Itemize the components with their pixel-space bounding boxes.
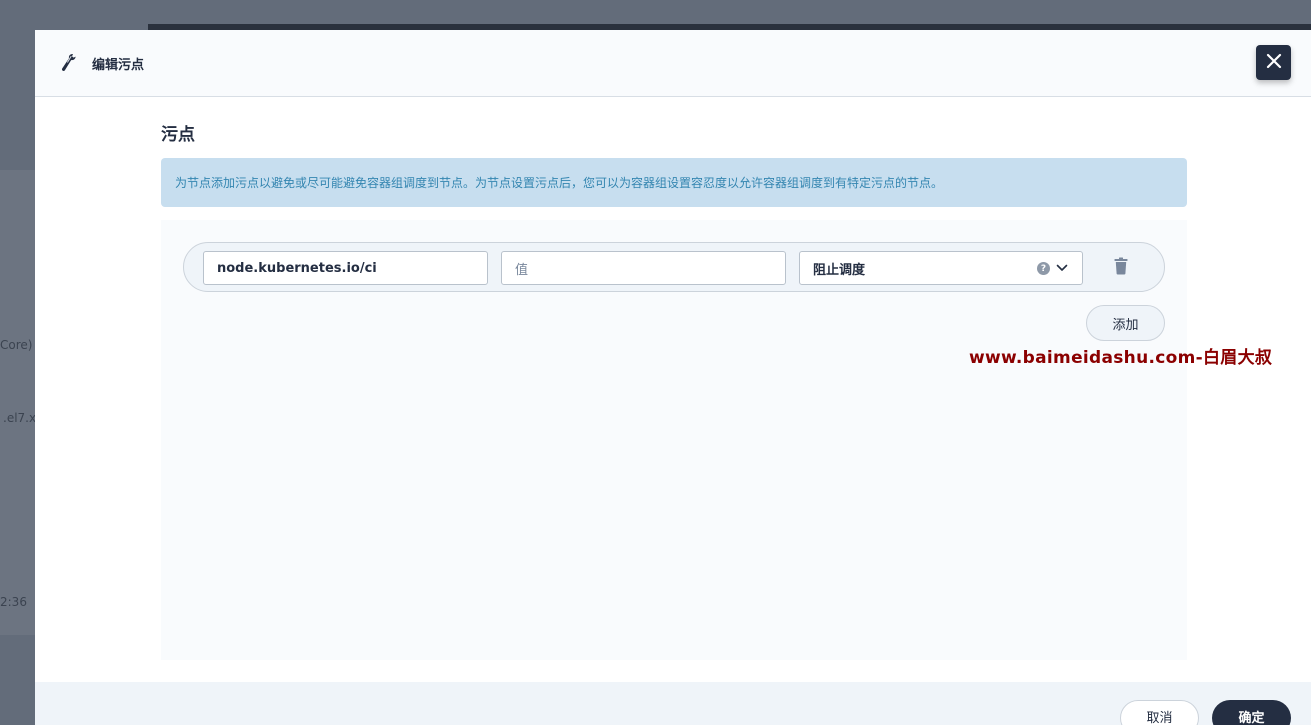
background-text-core: Core) xyxy=(0,338,33,352)
taint-effect-value: 阻止调度 xyxy=(813,262,866,278)
wrench-icon xyxy=(59,52,79,74)
add-taint-label: 添加 xyxy=(1112,317,1139,333)
section-title: 污点 xyxy=(161,125,195,145)
dialog-footer: 取消 确定 xyxy=(35,682,1311,725)
trash-icon[interactable] xyxy=(1114,257,1128,275)
close-icon xyxy=(1266,53,1282,73)
taint-key-input[interactable]: node.kubernetes.io/ci xyxy=(203,251,488,285)
close-button[interactable] xyxy=(1256,45,1291,80)
info-text: 为节点添加污点以避免或尽可能避免容器组调度到节点。为节点设置污点后，您可以为容器… xyxy=(175,176,944,190)
info-banner: 为节点添加污点以避免或尽可能避免容器组调度到节点。为节点设置污点后，您可以为容器… xyxy=(161,158,1187,207)
background-panel xyxy=(0,170,36,635)
ok-button[interactable]: 确定 xyxy=(1212,700,1291,725)
dialog-title: 编辑污点 xyxy=(92,58,145,73)
taint-value-placeholder: 值 xyxy=(515,262,529,278)
taint-value-input[interactable]: 值 xyxy=(501,251,786,285)
edit-taints-dialog: 编辑污点 污点 为节点添加污点以避免或尽可能避免容器组调度到节点。为节点设置污点… xyxy=(35,30,1311,725)
background-text-el7: .el7.x xyxy=(3,411,37,425)
effect-icons: ? xyxy=(1037,261,1068,276)
background-text-time: 2:36 xyxy=(0,595,27,609)
taints-panel: node.kubernetes.io/ci 值 阻止调度 ? 添加 xyxy=(161,220,1187,660)
taint-effect-select[interactable]: 阻止调度 ? xyxy=(799,251,1083,285)
taint-key-value: node.kubernetes.io/ci xyxy=(217,260,377,276)
chevron-down-icon xyxy=(1056,261,1068,276)
watermark: www.baimeidashu.com-白眉大叔 xyxy=(969,348,1273,368)
cancel-label: 取消 xyxy=(1146,710,1173,725)
add-taint-button[interactable]: 添加 xyxy=(1086,305,1165,341)
question-icon[interactable]: ? xyxy=(1037,262,1050,275)
dialog-header: 编辑污点 xyxy=(35,30,1311,97)
ok-label: 确定 xyxy=(1238,710,1265,725)
taint-row: node.kubernetes.io/ci 值 阻止调度 ? xyxy=(183,242,1165,292)
cancel-button[interactable]: 取消 xyxy=(1120,700,1199,725)
